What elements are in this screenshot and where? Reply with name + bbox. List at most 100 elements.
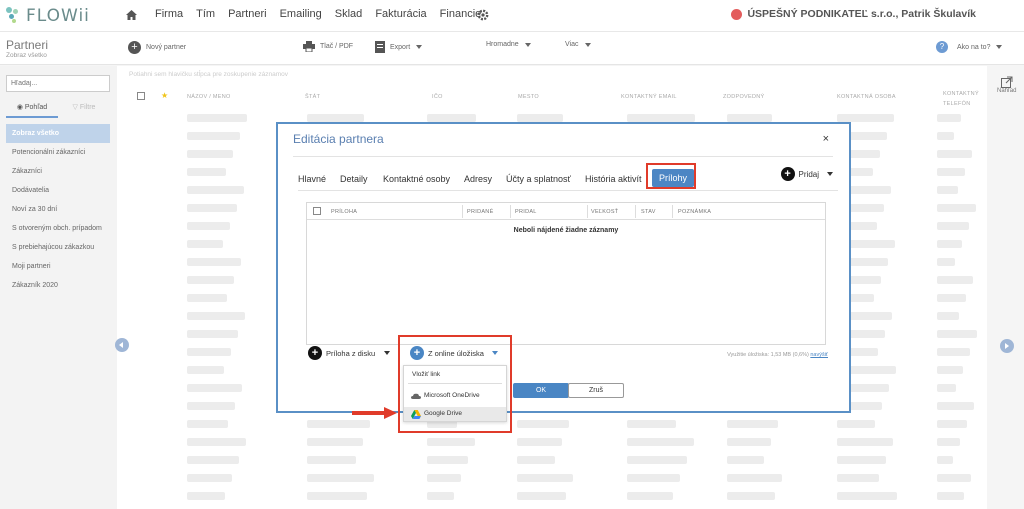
attach-from-disk-button[interactable]: + Príloha z disku [308,346,391,360]
column-added[interactable]: PRIDANÉ [467,209,494,215]
home-icon[interactable] [126,10,137,20]
right-panel [987,66,1024,509]
sidebar-item-potential[interactable]: Potencionálni zákazníci [6,143,110,162]
dialog-title: Editácia partnera [293,132,384,146]
chevron-down-icon [524,42,531,47]
sidebar-item-my-partners[interactable]: Moji partneri [6,257,110,276]
toolbar: Partneri Zobraz všetko + Nový partner Tl… [0,32,1024,85]
tab-filters[interactable]: ▽ Filtre [58,100,110,118]
gear-icon[interactable] [477,9,489,21]
increase-storage-link[interactable]: navýšiť [810,352,828,358]
bulk-actions-dropdown[interactable]: Hromadne [486,41,531,48]
logo-icon [6,7,22,25]
preview-label[interactable]: Náhľad [997,88,1016,94]
chevron-down-icon [384,351,391,355]
add-icon: + [308,346,322,360]
company-account[interactable]: ÚSPEŠNÝ PODNIKATEĽ s.r.o., Patrik Škulav… [731,8,976,20]
table-row[interactable] [127,452,987,468]
new-partner-button[interactable]: + Nový partner [128,41,186,54]
export-button[interactable]: Export [375,41,423,53]
eye-icon: ◉ [16,104,25,111]
table-row[interactable] [127,488,987,504]
highlight-box-tab [646,163,696,189]
column-contact-person[interactable]: KONTAKTNÁ OSOBA [837,94,896,100]
nav-financie[interactable]: Financie [440,8,482,20]
star-icon[interactable]: ★ [161,91,168,100]
company-name: ÚSPEŠNÝ PODNIKATEĽ s.r.o., Patrik Škulav… [747,8,976,20]
table-row[interactable] [127,470,987,486]
page-subtitle: Zobraz všetko [6,52,47,59]
tab-activity-history[interactable]: História aktivít [585,174,642,184]
search-input[interactable] [6,75,110,92]
notification-icon[interactable] [731,8,743,20]
column-note[interactable]: POZNÁMKA [678,209,711,215]
table-header: PRÍLOHA PRIDANÉ PRIDAL VEĽKOSŤ STAV POZN… [307,203,825,220]
collapse-right-icon[interactable] [1000,339,1014,353]
chevron-down-icon [416,45,423,49]
attachments-table: PRÍLOHA PRIDANÉ PRIDAL VEĽKOSŤ STAV POZN… [306,202,826,345]
select-all-checkbox[interactable] [137,92,145,100]
tab-contacts[interactable]: Kontaktné osoby [383,174,450,184]
add-icon: + [780,167,795,181]
edit-partner-dialog: Editácia partnera × Hlavné Detaily Konta… [276,122,851,413]
help-button[interactable]: ? Ako na to? [936,41,1003,53]
column-ico[interactable]: IČO [432,94,443,100]
nav-firma[interactable]: Firma [155,8,183,20]
group-hint: Potiahni sem hlavičku stĺpca pre zoskupe… [129,71,288,78]
add-icon: + [128,41,141,54]
add-button[interactable]: + Pridaj [780,167,833,181]
sidebar-item-suppliers[interactable]: Dodávatelia [6,181,110,200]
select-all-checkbox[interactable] [313,207,321,215]
nav-partneri[interactable]: Partneri [228,8,267,20]
tab-details[interactable]: Detaily [340,174,368,184]
sidebar-item-open-deal[interactable]: S otvoreným obch. prípadom [6,219,110,238]
nav-emailing[interactable]: Emailing [280,8,322,20]
preview-icon[interactable] [1001,76,1013,88]
table-row[interactable] [127,416,987,432]
chevron-down-icon [827,172,833,176]
sidebar-item-new-30[interactable]: Noví za 30 dní [6,200,110,219]
empty-message: Neboli nájdené žiadne záznamy [513,227,619,234]
tab-addresses[interactable]: Adresy [464,174,492,184]
tab-accounts[interactable]: Účty a splatnosť [506,174,571,184]
storage-usage: Využitie úložiska: 1,53 MB (0,6%) navýši… [727,352,828,358]
sidebar-item-all[interactable]: Zobraz všetko [6,124,110,143]
nav-fakturacia[interactable]: Fakturácia [375,8,426,20]
filter-icon: ▽ [72,104,80,111]
print-button[interactable]: Tlač / PDF [303,41,353,52]
column-responsible[interactable]: ZODPOVEDNÝ [723,94,765,100]
nav-tim[interactable]: Tím [196,8,215,20]
sidebar-item-customers[interactable]: Zákazníci [6,162,110,181]
nav-sklad[interactable]: Sklad [335,8,363,20]
column-size[interactable]: VEĽKOSŤ [591,209,618,215]
attachment-actions: + Príloha z disku + Z online úložiska Vy… [308,346,828,364]
chevron-down-icon [584,42,591,47]
highlight-box-menu [398,335,512,433]
table-row[interactable] [127,434,987,450]
tab-view[interactable]: ◉ Pohľad [6,100,58,118]
column-name[interactable]: NÁZOV / MENO [187,94,231,100]
print-icon [303,41,315,52]
top-navigation: FLOWii Firma Tím Partneri Emailing Sklad… [0,0,1024,32]
help-icon: ? [936,41,948,53]
collapse-left-icon[interactable] [115,338,129,352]
cancel-button[interactable]: Zruš [568,383,624,398]
logo[interactable]: FLOWii [6,6,90,26]
tab-main[interactable]: Hlavné [298,174,326,184]
column-email[interactable]: KONTAKTNÝ EMAIL [621,94,677,100]
more-dropdown[interactable]: Viac [565,41,591,48]
column-attachment[interactable]: PRÍLOHA [331,209,357,215]
sidebar-item-customer-2020[interactable]: Zákazník 2020 [6,276,110,295]
close-icon[interactable]: × [823,133,829,145]
logo-text: FLOWii [26,6,90,26]
column-status[interactable]: STAV [641,209,656,215]
ok-button[interactable]: OK [513,383,569,398]
page-title: Partneri [6,38,49,52]
sidebar: ◉ Pohľad ▽ Filtre Zobraz všetko Potencio… [0,66,117,509]
sidebar-item-ongoing-order[interactable]: S prebiehajúcou zákazkou [6,238,110,257]
column-city[interactable]: MESTO [518,94,539,100]
chevron-down-icon [996,45,1003,49]
column-added-by[interactable]: PRIDAL [515,209,537,215]
column-country[interactable]: ŠTÁT [305,94,320,100]
column-phone[interactable]: KONTAKTNÝ TELEFÓN [943,89,983,109]
